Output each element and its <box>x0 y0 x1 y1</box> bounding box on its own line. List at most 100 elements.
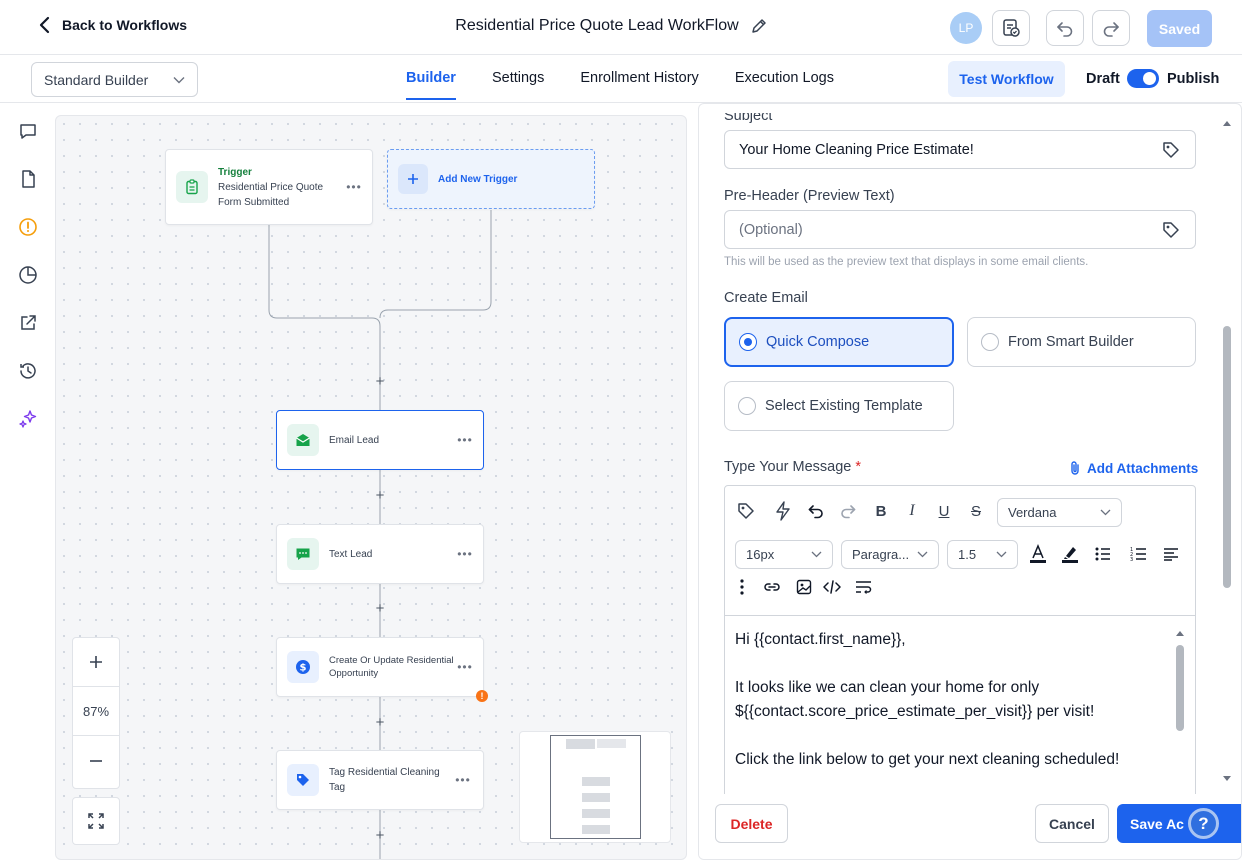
text-wrap-icon[interactable] <box>853 576 875 598</box>
preheader-hint: This will be used as the preview text th… <box>724 256 1089 268</box>
font-size-select[interactable]: 16px <box>735 540 833 569</box>
numbered-list-icon[interactable]: 123 <box>1128 543 1150 565</box>
more-options-icon[interactable]: ••• <box>455 433 475 447</box>
font-family-select[interactable]: Verdana <box>997 498 1122 527</box>
image-icon[interactable] <box>793 576 815 598</box>
more-options-icon[interactable]: ••• <box>344 180 364 194</box>
history-icon[interactable] <box>17 360 39 382</box>
zoom-in-button[interactable] <box>73 638 119 687</box>
chat-icon[interactable] <box>17 120 39 142</box>
strikethrough-icon[interactable]: S <box>965 500 987 522</box>
alert-circle-icon[interactable] <box>17 216 39 238</box>
saved-button[interactable]: Saved <box>1147 10 1212 47</box>
help-button[interactable]: ? <box>1188 808 1219 839</box>
action-name: Tag Residential Cleaning Tag <box>329 767 440 793</box>
redo-icon[interactable] <box>837 500 859 522</box>
add-action-plus[interactable]: + <box>374 601 386 616</box>
minimap-block <box>582 793 610 802</box>
add-action-plus[interactable]: + <box>374 828 386 843</box>
sparkle-icon[interactable] <box>17 408 39 430</box>
existing-template-option[interactable]: Select Existing Template <box>724 381 954 431</box>
message-body[interactable]: Hi {{contact.first_name}}, It looks like… <box>735 628 1175 796</box>
fit-to-screen-button[interactable] <box>72 797 120 845</box>
expand-icon <box>88 813 104 829</box>
action-settings-panel: Subject Your Home Cleaning Price Estimat… <box>698 103 1242 860</box>
external-link-icon[interactable] <box>17 312 39 334</box>
panel-scrollbar[interactable] <box>1222 120 1232 785</box>
undo-icon[interactable] <box>805 500 827 522</box>
bold-icon[interactable]: B <box>870 500 892 522</box>
save-action-button[interactable]: Save Ac <box>1117 804 1241 843</box>
warning-badge-icon[interactable]: ! <box>476 690 488 702</box>
tab-execution-logs[interactable]: Execution Logs <box>735 70 834 100</box>
block-format-select[interactable]: Paragra... <box>841 540 939 569</box>
more-vertical-icon[interactable] <box>731 576 753 598</box>
editor-toolbar: B I U S Verdana 16px Paragra... 1.5 1 2 … <box>725 486 1195 616</box>
chevron-down-icon <box>1100 509 1111 516</box>
quick-compose-option[interactable]: Quick Compose <box>724 317 954 367</box>
tag-icon[interactable] <box>1161 140 1181 160</box>
cancel-button[interactable]: Cancel <box>1035 804 1109 843</box>
add-new-trigger-button[interactable]: Add New Trigger <box>387 149 595 209</box>
action-node-email-lead[interactable]: Email Lead ••• <box>276 410 484 470</box>
builder-mode-value: Standard Builder <box>44 71 149 88</box>
tag-icon[interactable] <box>735 500 757 522</box>
radio-unselected <box>981 333 999 351</box>
add-action-plus[interactable]: + <box>374 374 386 389</box>
add-attachments-link[interactable]: Add Attachments <box>1069 460 1198 476</box>
clipboard-check-icon <box>1003 19 1020 37</box>
more-options-icon[interactable]: ••• <box>453 773 473 787</box>
align-left-icon[interactable] <box>1160 543 1182 565</box>
radio-selected <box>739 333 757 351</box>
action-node-tag[interactable]: Tag Residential Cleaning Tag ••• <box>276 750 484 810</box>
editor-scrollbar[interactable] <box>1175 630 1185 731</box>
builder-mode-select[interactable]: Standard Builder <box>31 62 198 97</box>
chevron-down-icon <box>996 551 1007 558</box>
trigger-node[interactable]: Trigger Residential Price Quote Form Sub… <box>165 149 373 225</box>
avatar[interactable]: LP <box>950 12 982 44</box>
tab-builder[interactable]: Builder <box>406 70 456 100</box>
code-icon[interactable] <box>821 576 843 598</box>
workflow-tabs: Builder Settings Enrollment History Exec… <box>406 70 834 100</box>
action-node-text-lead[interactable]: Text Lead ••• <box>276 524 484 584</box>
minimap-viewport[interactable] <box>550 735 641 839</box>
more-options-icon[interactable]: ••• <box>455 660 475 674</box>
action-node-create-opportunity[interactable]: $ Create Or Update Residential Opportuni… <box>276 637 488 702</box>
line-height-select[interactable]: 1.5 <box>947 540 1018 569</box>
add-action-plus[interactable]: + <box>374 715 386 730</box>
document-icon[interactable] <box>17 168 39 190</box>
workflow-checklist-button[interactable] <box>992 10 1030 46</box>
link-icon[interactable] <box>761 576 783 598</box>
underline-icon[interactable]: U <box>933 500 955 522</box>
more-options-icon[interactable]: ••• <box>455 547 475 561</box>
lightning-icon[interactable] <box>772 500 794 522</box>
italic-icon[interactable]: I <box>901 500 923 522</box>
pencil-icon[interactable] <box>751 18 767 34</box>
smart-builder-option[interactable]: From Smart Builder <box>967 317 1196 367</box>
tag-icon[interactable] <box>1161 220 1181 240</box>
text-color-icon[interactable] <box>1027 543 1049 565</box>
delete-button[interactable]: Delete <box>715 804 788 843</box>
workflow-canvas[interactable]: Trigger Residential Price Quote Form Sub… <box>55 115 687 860</box>
minimap[interactable] <box>519 731 671 843</box>
panel-footer: Delete Cancel Save Ac <box>699 794 1241 859</box>
trigger-kind: Trigger <box>218 166 252 178</box>
tab-enrollment-history[interactable]: Enrollment History <box>580 70 698 100</box>
subject-input[interactable]: Your Home Cleaning Price Estimate! <box>724 130 1196 169</box>
add-action-plus[interactable]: + <box>374 488 386 503</box>
pie-chart-icon[interactable] <box>17 264 39 286</box>
bullet-list-icon[interactable] <box>1092 543 1114 565</box>
test-workflow-button[interactable]: Test Workflow <box>948 61 1065 97</box>
redo-button[interactable] <box>1092 10 1130 46</box>
action-name: Email Lead <box>329 434 380 446</box>
undo-button[interactable] <box>1046 10 1084 46</box>
email-icon <box>287 424 319 456</box>
tab-settings[interactable]: Settings <box>492 70 544 100</box>
minimap-block <box>566 739 595 749</box>
zoom-out-button[interactable] <box>73 736 119 785</box>
publish-toggle[interactable] <box>1127 69 1159 88</box>
preheader-input[interactable]: (Optional) <box>724 210 1196 249</box>
minus-icon <box>90 759 102 762</box>
highlight-icon[interactable] <box>1059 543 1081 565</box>
add-trigger-label: Add New Trigger <box>438 173 518 185</box>
